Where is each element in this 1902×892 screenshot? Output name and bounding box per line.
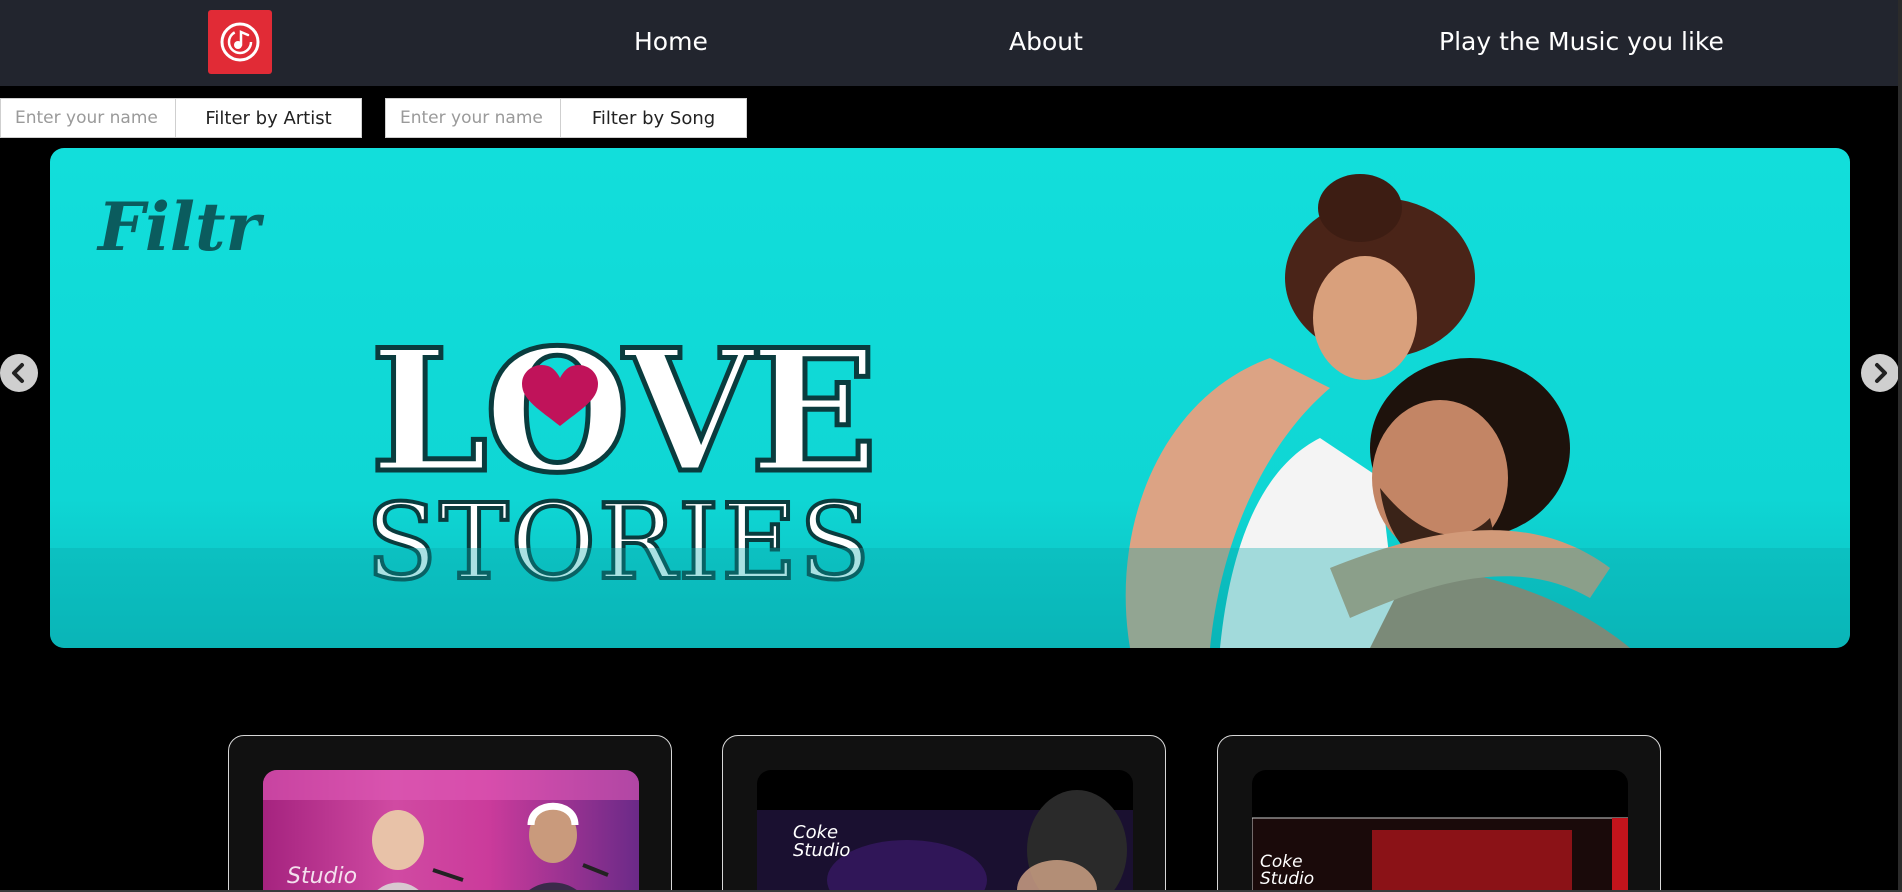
song-filter: Filter by Song	[385, 98, 747, 138]
banner-brand: Filtr	[96, 188, 264, 266]
card-thumb-text: Coke Studio	[1260, 852, 1315, 889]
page: Home About Play the Music you like Filte…	[0, 0, 1902, 892]
music-note-icon	[220, 22, 260, 62]
chevron-right-icon	[1875, 363, 1887, 383]
banner-image: Filtr LOVE STORIES	[50, 174, 1850, 648]
chevron-left-icon	[12, 363, 24, 383]
card-thumb-text: Studio	[287, 864, 358, 889]
navbar: Home About Play the Music you like	[0, 0, 1898, 86]
filter-by-artist-button[interactable]: Filter by Artist	[176, 98, 362, 138]
artist-filter: Filter by Artist	[0, 98, 362, 138]
song-card[interactable]: Coke Studio	[1217, 735, 1661, 892]
song-thumbnail[interactable]: Studio	[263, 770, 639, 892]
song-name-input[interactable]	[385, 98, 561, 138]
artist-name-input[interactable]	[0, 98, 176, 138]
song-card[interactable]: Coke Studio	[722, 735, 1166, 892]
song-thumbnail[interactable]: Coke Studio	[757, 770, 1133, 892]
banner-carousel[interactable]: Filtr LOVE STORIES	[50, 148, 1850, 648]
nav-link-about[interactable]: About	[1009, 24, 1083, 60]
filter-by-song-button[interactable]: Filter by Song	[561, 98, 747, 138]
song-card[interactable]: Studio	[228, 735, 672, 892]
page-scrollbar[interactable]	[1898, 0, 1902, 892]
nav-link-home[interactable]: Home	[634, 24, 708, 60]
song-thumbnail[interactable]: Coke Studio	[1252, 770, 1628, 892]
carousel-next-button[interactable]	[1861, 354, 1899, 392]
carousel-prev-button[interactable]	[0, 354, 38, 392]
app-logo[interactable]	[208, 10, 272, 74]
card-thumb-text: Coke Studio	[793, 822, 851, 861]
nav-link-play-music[interactable]: Play the Music you like	[1439, 24, 1724, 60]
